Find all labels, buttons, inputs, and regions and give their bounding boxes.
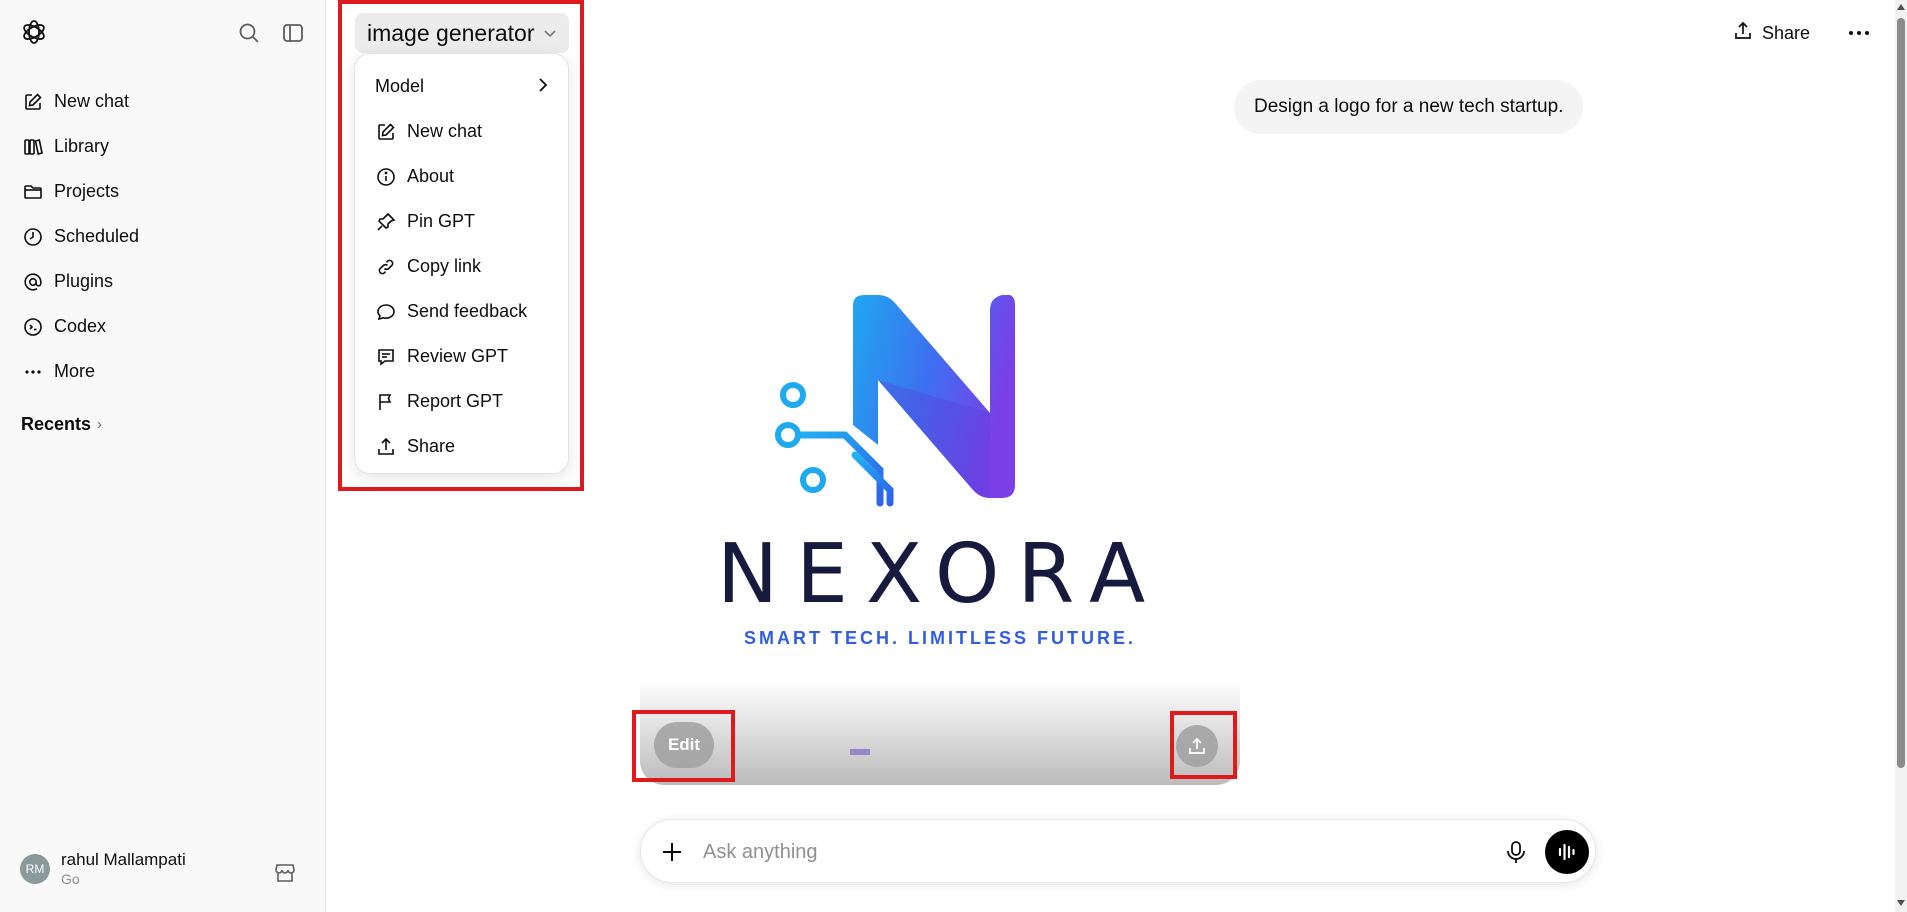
more-dots-icon [22,361,44,383]
menu-item-label: Share [407,436,456,456]
recents-header[interactable]: Recents › [21,414,102,435]
menu-item-about[interactable]: About [355,154,568,199]
menu-item-label: Model [375,76,425,96]
at-icon [22,271,44,293]
sidebar-item-label: More [54,361,96,381]
menu-item-label: Copy link [407,256,482,276]
menu-item-label: Review GPT [407,346,509,366]
gpt-menu: Model New chat About Pin GPT Copy link S… [354,53,569,474]
user-message-text: Design a logo for a new tech startup. [1254,96,1564,117]
recents-label: Recents [21,414,92,434]
avatar: RM [20,854,50,884]
upload-icon [375,436,397,458]
brand-tagline: SMART TECH. LIMITLESS FUTURE. [744,628,1136,648]
user-plan: Go [61,871,80,887]
menu-item-label: New chat [407,121,483,141]
plus-icon[interactable] [659,839,685,865]
sidebar-item-label: Library [54,136,110,156]
composer [640,819,1596,883]
scrollbar[interactable] [1895,0,1907,912]
share-label: Share [1762,22,1811,43]
chat-bubble-icon [375,301,397,323]
search-icon[interactable] [236,20,262,46]
more-options-icon[interactable] [1846,20,1872,46]
menu-item-report-gpt[interactable]: Report GPT [355,379,568,424]
openai-logo-icon[interactable] [20,18,48,46]
prompt-input[interactable] [703,834,1463,870]
menu-item-label: Pin GPT [407,211,476,231]
menu-item-share[interactable]: Share [355,424,568,469]
library-icon [22,136,44,158]
menu-item-pin-gpt[interactable]: Pin GPT [355,199,568,244]
review-icon [375,346,397,368]
compose-icon [22,91,44,113]
sidebar-nav: New chat Library Projects Scheduled Plug… [12,79,314,394]
voice-mode-button[interactable] [1545,830,1589,874]
chevron-right-icon [538,77,548,98]
codex-icon [22,316,44,338]
microphone-icon[interactable] [1502,838,1530,866]
menu-item-label: Send feedback [407,301,528,321]
sidebar-item-plugins[interactable]: Plugins [12,259,314,304]
user-name: rahul Mallampati [61,850,186,869]
sidebar-item-projects[interactable]: Projects [12,169,314,214]
share-button[interactable]: Share [1733,19,1810,47]
sidebar-item-new-chat[interactable]: New chat [12,79,314,124]
scrollbar-thumb[interactable] [1897,18,1905,768]
sidebar-item-label: Scheduled [54,226,140,246]
waveform-icon [1558,843,1575,861]
menu-item-review-gpt[interactable]: Review GPT [355,334,568,379]
menu-item-send-feedback[interactable]: Send feedback [355,289,568,334]
image-bottom-fade [640,680,1240,785]
scroll-up-arrow-icon[interactable] [1897,4,1905,10]
chevron-right-icon: › [97,416,103,433]
link-icon [375,256,397,278]
sidebar-item-codex[interactable]: Codex [12,304,314,349]
gpt-title-dropdown[interactable]: image generator [355,13,569,53]
compose-icon [375,121,397,143]
menu-item-copy-link[interactable]: Copy link [355,244,568,289]
info-icon [375,166,397,188]
user-profile[interactable]: RM rahul Mallampati Go [20,850,186,888]
clock-icon [22,226,44,248]
gpt-title-label: image generator [367,19,535,46]
menu-item-model[interactable]: Model [355,64,568,109]
sidebar-toggle-icon[interactable] [280,20,306,46]
flag-icon [375,391,397,413]
chevron-down-icon [543,25,557,41]
sidebar-item-more[interactable]: More [12,349,314,394]
pin-icon [375,211,397,233]
sidebar-item-scheduled[interactable]: Scheduled [12,214,314,259]
folder-icon [22,181,44,203]
sidebar: New chat Library Projects Scheduled Plug… [0,0,326,912]
sidebar-item-library[interactable]: Library [12,124,314,169]
sidebar-item-label: Codex [54,316,107,336]
sidebar-item-label: New chat [54,91,130,111]
user-message-bubble: Design a logo for a new tech startup. [1234,80,1584,134]
scroll-down-arrow-icon[interactable] [1897,900,1905,906]
menu-item-label: Report GPT [407,391,504,411]
upload-icon [1189,737,1205,754]
menu-item-label: About [407,166,455,186]
menu-item-new-chat[interactable]: New chat [355,109,568,154]
edit-image-button[interactable]: Edit [654,722,714,768]
sidebar-item-label: Projects [54,181,120,201]
download-image-button[interactable] [1176,725,1218,767]
upload-icon [1733,21,1753,46]
store-icon[interactable] [273,861,299,887]
brand-wordmark: NEXORA [716,527,1164,622]
generated-image[interactable]: NEXORA SMART TECH. LIMITLESS FUTURE. [640,185,1240,785]
sidebar-item-label: Plugins [54,271,114,291]
